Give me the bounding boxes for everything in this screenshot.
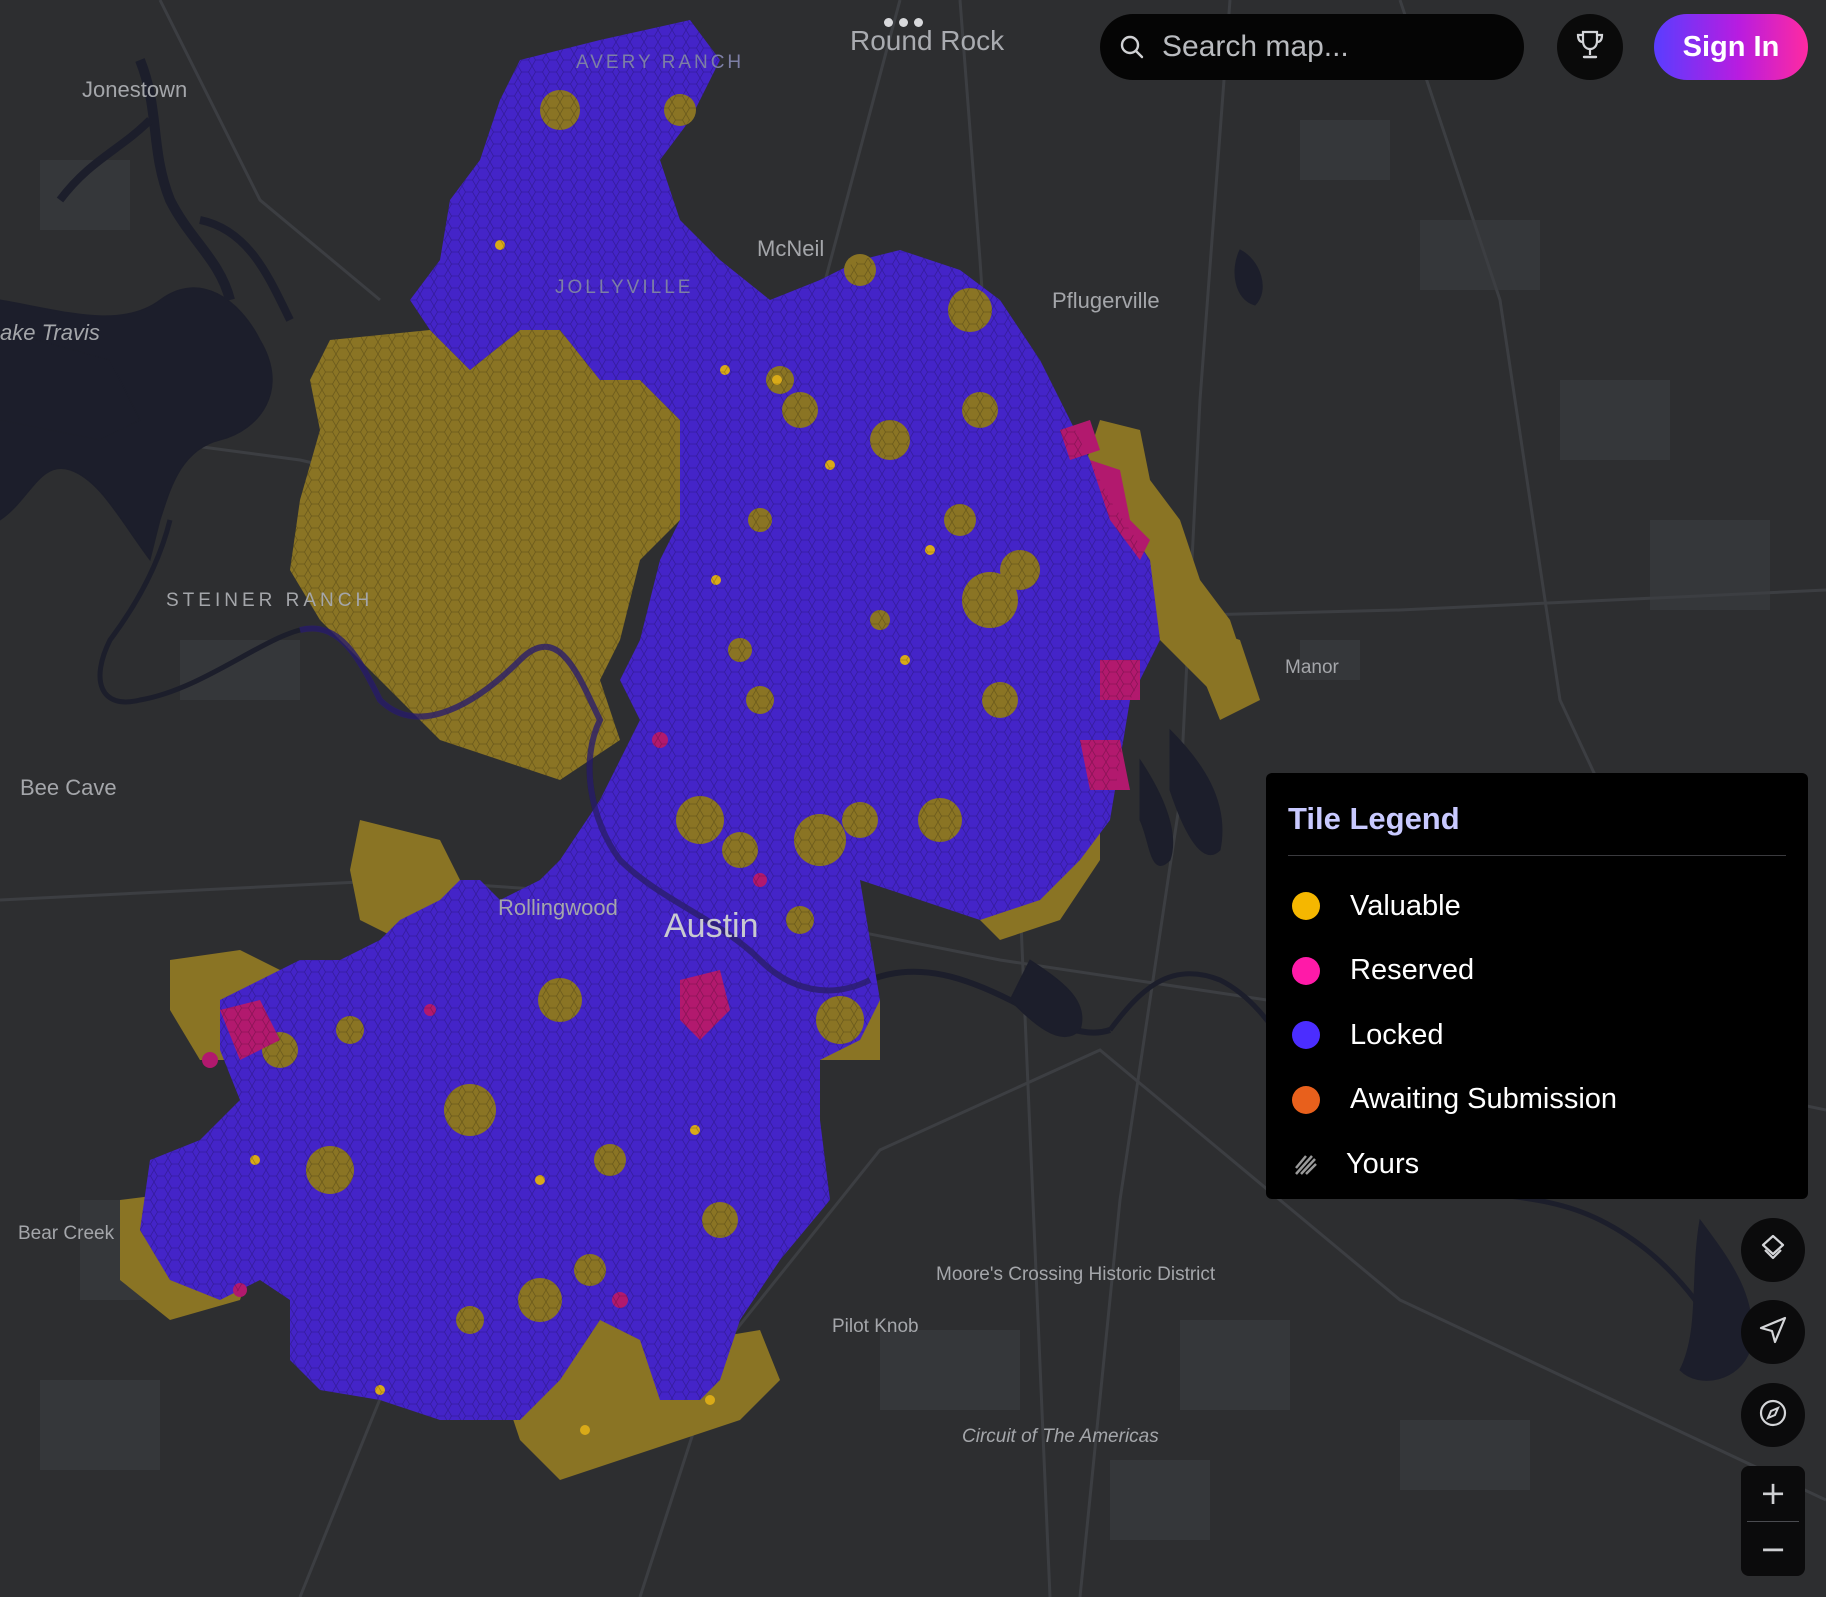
dot <box>899 18 908 27</box>
hatch-icon <box>1292 1150 1320 1178</box>
label-avery-ranch: AVERY RANCH <box>576 52 744 73</box>
label-rollingwood: Rollingwood <box>498 895 618 920</box>
leaderboard-button[interactable] <box>1557 14 1623 80</box>
legend-item-yours: Yours <box>1288 1132 1786 1197</box>
legend-item-valuable: Valuable <box>1288 874 1786 939</box>
legend-label: Valuable <box>1350 889 1461 922</box>
zoom-in-button[interactable]: + <box>1741 1466 1805 1521</box>
search-input[interactable] <box>1160 29 1504 65</box>
legend-label: Yours <box>1346 1147 1420 1180</box>
legend-item-locked: Locked <box>1288 1003 1786 1068</box>
label-round-rock: Round Rock <box>850 25 1005 56</box>
awaiting-dot-icon <box>1292 1085 1320 1114</box>
legend-label: Locked <box>1350 1018 1444 1051</box>
label-bee-cave: Bee Cave <box>20 775 117 800</box>
sign-in-button[interactable]: Sign In <box>1654 14 1808 80</box>
label-lake-travis: ake Travis <box>0 320 100 345</box>
label-austin: Austin <box>664 907 759 945</box>
legend-item-awaiting-submission: Awaiting Submission <box>1288 1068 1786 1133</box>
dot <box>884 18 893 27</box>
legend-label: Awaiting Submission <box>1350 1083 1618 1116</box>
layers-button[interactable] <box>1741 1218 1805 1282</box>
label-mcneil: McNeil <box>757 236 824 261</box>
label-pflugerville: Pflugerville <box>1052 288 1160 313</box>
locked-dot-icon <box>1292 1021 1320 1050</box>
layers-icon <box>1758 1233 1788 1268</box>
locate-icon <box>1757 1314 1789 1351</box>
search-icon <box>1118 33 1146 61</box>
label-jonestown: Jonestown <box>82 77 187 102</box>
compass-icon <box>1757 1397 1789 1434</box>
label-manor: Manor <box>1285 657 1340 678</box>
reserved-dot-icon <box>1292 956 1320 985</box>
label-steiner-ranch: STEINER RANCH <box>166 590 373 611</box>
trophy-icon <box>1573 28 1607 67</box>
zoom-out-button[interactable]: − <box>1741 1522 1805 1577</box>
legend-item-reserved: Reserved <box>1288 939 1786 1004</box>
legend-label: Reserved <box>1350 954 1475 987</box>
tile-legend-panel: Tile Legend Valuable Reserved Locked Awa… <box>1266 773 1808 1199</box>
label-bear-creek: Bear Creek <box>18 1223 115 1244</box>
legend-title: Tile Legend <box>1288 801 1786 856</box>
label-jollyville: JOLLYVILLE <box>555 277 693 298</box>
search-bar[interactable] <box>1100 14 1524 80</box>
label-moores-crossing: Moore's Crossing Historic District <box>936 1264 1216 1285</box>
valuable-dot-icon <box>1292 892 1320 921</box>
label-pilot-knob: Pilot Knob <box>832 1316 919 1337</box>
legend-list: Valuable Reserved Locked Awaiting Submis… <box>1288 874 1786 1197</box>
dot <box>914 18 923 27</box>
compass-button[interactable] <box>1741 1383 1805 1447</box>
locate-button[interactable] <box>1741 1300 1805 1364</box>
drag-handle-dots[interactable] <box>884 18 923 27</box>
map-canvas[interactable]: Round Rock Jonestown AVERY RANCH McNeil … <box>0 0 1826 1597</box>
zoom-controls: + − <box>1741 1466 1805 1576</box>
label-circuit-of-the-americas: Circuit of The Americas <box>962 1426 1159 1447</box>
